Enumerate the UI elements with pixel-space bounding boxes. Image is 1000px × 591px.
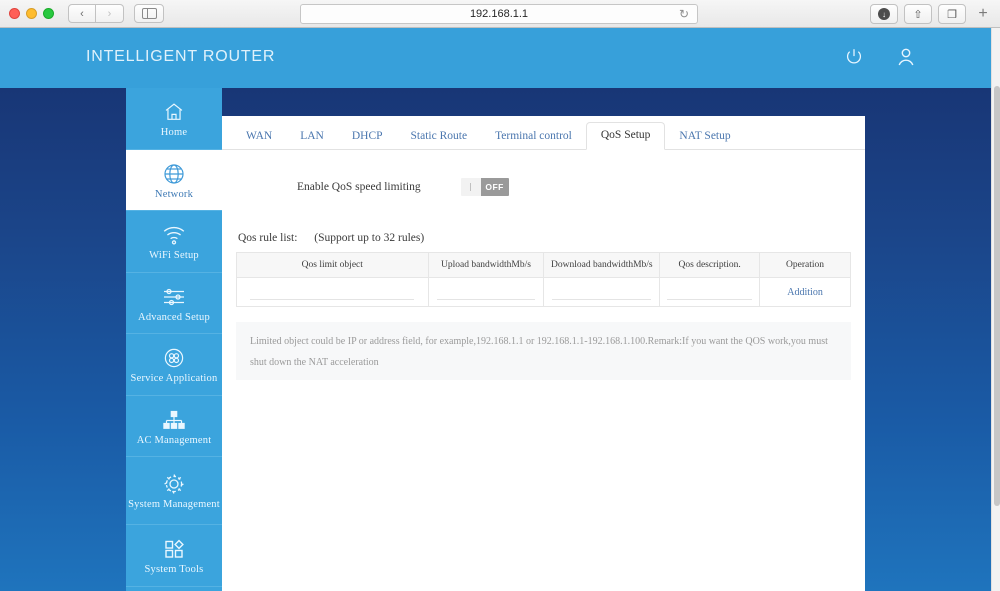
sidebar-item-system-tools[interactable]: System Tools	[126, 525, 222, 587]
scrollbar-thumb[interactable]	[993, 86, 1000, 506]
navigation-buttons[interactable]: ‹ ›	[68, 4, 124, 23]
back-button[interactable]: ‹	[68, 4, 96, 23]
sidebar-item-label: Advanced Setup	[138, 311, 210, 323]
qos-rule-list-title: Qos rule list: (Support up to 32 rules)	[238, 232, 424, 244]
qos-rule-list-support: (Support up to 32 rules)	[314, 232, 425, 244]
toggle-state-label: OFF	[480, 178, 509, 196]
table-header-row: Qos limit object Upload bandwidthMb/s Do…	[236, 252, 851, 278]
tabs-overview-icon: ❐	[947, 8, 957, 21]
download-icon: ↓	[878, 8, 890, 20]
share-button[interactable]: ⇧	[904, 4, 932, 24]
power-button[interactable]	[839, 42, 869, 72]
cell-limit-object[interactable]	[236, 277, 429, 307]
show-sidebar-button[interactable]	[134, 4, 164, 23]
user-icon	[898, 48, 914, 66]
cell-upload[interactable]	[427, 277, 545, 307]
column-header-operation: Operation	[759, 252, 851, 278]
qos-table-body: Addition	[236, 277, 851, 307]
address-bar[interactable]: 192.168.1.1 ↻	[300, 4, 698, 24]
enable-qos-row: Enable QoS speed limiting OFF	[297, 178, 509, 196]
content-panel: WAN LAN DHCP Static Route Terminal contr…	[222, 116, 865, 591]
forward-button[interactable]: ›	[96, 4, 124, 23]
qos-description-input[interactable]	[667, 284, 753, 300]
tab-lan[interactable]: LAN	[286, 124, 338, 150]
router-page: INTELLIGENT ROUTER Home Network WiFi Set…	[0, 28, 991, 591]
maximize-window-button[interactable]	[43, 8, 54, 19]
window-controls[interactable]	[9, 8, 54, 19]
table-row: Addition	[236, 277, 851, 307]
hierarchy-icon	[161, 408, 187, 432]
share-icon: ⇧	[913, 8, 923, 21]
wifi-icon	[161, 223, 187, 247]
user-account-button[interactable]	[891, 42, 921, 72]
tab-terminal-control[interactable]: Terminal control	[481, 124, 586, 150]
toolbar-right: ↓ ⇧ ❐ +	[870, 4, 994, 24]
column-header-description: Qos description.	[659, 252, 761, 278]
sidebar-item-service-application[interactable]: Service Application	[126, 334, 222, 396]
sidebar-toggle-icon	[141, 8, 157, 19]
enable-qos-label: Enable QoS speed limiting	[297, 181, 421, 193]
gear-icon	[162, 472, 186, 496]
sidebar: Home Network WiFi Setup Advanced Setup S…	[126, 88, 222, 591]
tab-nat-setup[interactable]: NAT Setup	[665, 124, 744, 150]
qos-note: Limited object could be IP or address fi…	[236, 322, 851, 380]
show-tabs-button[interactable]: ❐	[938, 4, 966, 24]
qos-table-head: Qos limit object Upload bandwidthMb/s Do…	[236, 252, 851, 278]
cell-operation[interactable]: Addition	[759, 277, 851, 307]
sidebar-item-label: Service Application	[130, 373, 218, 384]
minimize-window-button[interactable]	[26, 8, 37, 19]
cell-description[interactable]	[659, 277, 761, 307]
close-window-button[interactable]	[9, 8, 20, 19]
sidebar-item-home[interactable]: Home	[126, 88, 222, 150]
reload-icon[interactable]: ↻	[679, 7, 689, 21]
addition-link[interactable]: Addition	[787, 287, 823, 298]
chevron-right-icon: ›	[107, 7, 112, 20]
sidebar-item-ac-management[interactable]: AC Management	[126, 396, 222, 457]
page-scrollbar[interactable]	[991, 28, 1000, 591]
upload-bandwidth-input[interactable]	[436, 284, 536, 300]
header-actions	[839, 42, 921, 72]
cell-download[interactable]	[543, 277, 661, 307]
tab-dhcp[interactable]: DHCP	[338, 124, 397, 150]
tab-static-route[interactable]: Static Route	[397, 124, 482, 150]
downloads-button[interactable]: ↓	[870, 4, 898, 24]
tab-qos-setup[interactable]: QoS Setup	[585, 122, 666, 150]
sliders-icon	[161, 285, 187, 309]
column-header-download: Download bandwidthMb/s	[543, 252, 661, 278]
url-text: 192.168.1.1	[469, 8, 529, 20]
enable-qos-toggle[interactable]: OFF	[460, 178, 509, 196]
qos-rule-list-label: Qos rule list:	[238, 232, 298, 244]
sidebar-item-label: System Tools	[144, 564, 204, 575]
sidebar-item-label: WiFi Setup	[149, 250, 199, 261]
blocks-icon	[162, 537, 186, 561]
toggle-handle[interactable]	[460, 178, 481, 196]
power-icon	[846, 49, 862, 64]
sidebar-item-advanced-setup[interactable]: Advanced Setup	[126, 273, 222, 334]
sidebar-item-label: AC Management	[136, 434, 212, 446]
new-tab-button[interactable]: +	[972, 5, 994, 23]
sidebar-item-network[interactable]: Network	[126, 149, 222, 211]
sidebar-item-label: Home	[160, 127, 188, 138]
tab-bar: WAN LAN DHCP Static Route Terminal contr…	[222, 116, 865, 150]
sidebar-item-system-management[interactable]: System Management	[126, 457, 222, 525]
limit-object-input[interactable]	[250, 284, 415, 300]
globe-icon	[162, 162, 186, 186]
home-icon	[162, 100, 186, 124]
qos-rule-table: Qos limit object Upload bandwidthMb/s Do…	[236, 252, 851, 307]
sidebar-item-label: System Management	[128, 499, 220, 511]
router-header: INTELLIGENT ROUTER	[0, 28, 991, 88]
sidebar-item-label: Network	[154, 188, 194, 200]
tab-wan[interactable]: WAN	[232, 124, 286, 150]
flower-icon	[162, 346, 186, 370]
page-title: INTELLIGENT ROUTER	[86, 48, 276, 65]
column-header-upload: Upload bandwidthMb/s	[427, 252, 545, 278]
sidebar-item-wifi-setup[interactable]: WiFi Setup	[126, 211, 222, 273]
column-header-limit-object: Qos limit object	[236, 252, 429, 278]
browser-chrome: ‹ › 192.168.1.1 ↻ ↓ ⇧ ❐ +	[0, 0, 1000, 28]
chevron-left-icon: ‹	[80, 7, 84, 20]
download-bandwidth-input[interactable]	[552, 284, 652, 300]
